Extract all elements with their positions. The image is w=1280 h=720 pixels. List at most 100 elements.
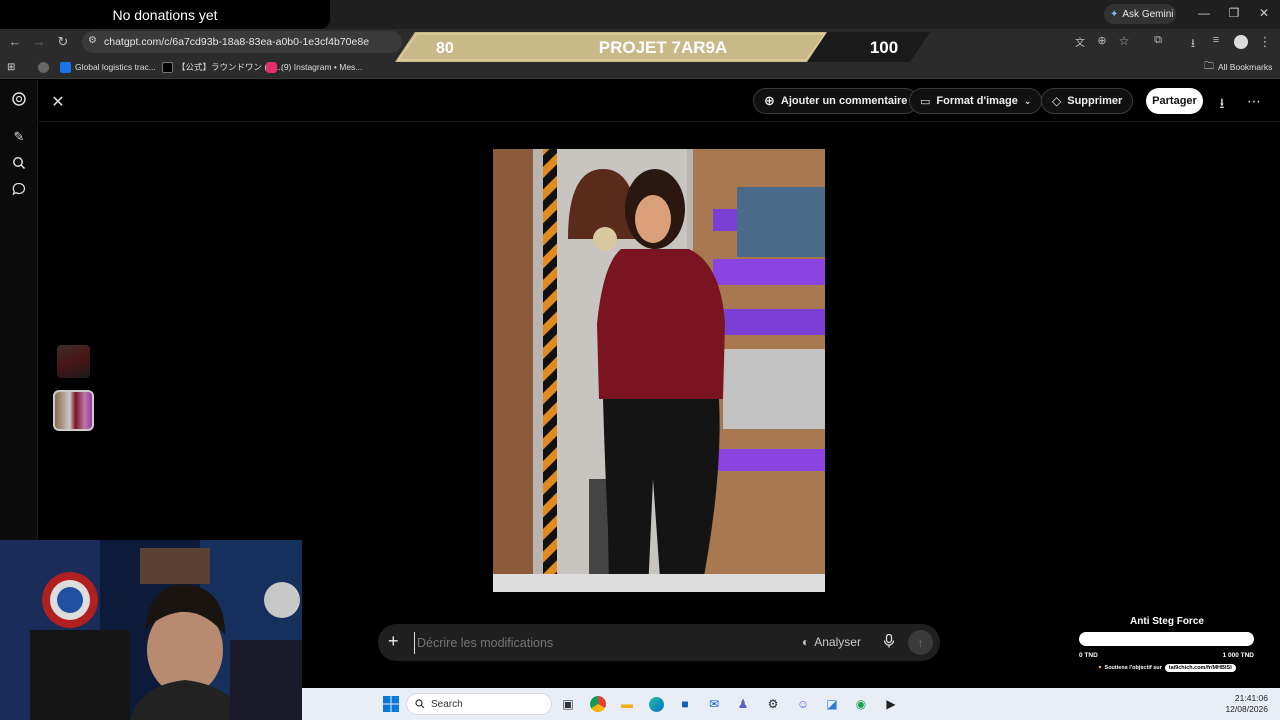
system-clock[interactable]: 21:41:06 12/08/2026 xyxy=(1200,693,1268,715)
analyze-label: Analyser xyxy=(814,635,861,649)
delete-button[interactable]: ◇ Supprimer xyxy=(1041,88,1134,114)
bookmark-label: Global logistics trac... xyxy=(75,62,156,72)
more-options-icon[interactable]: ⋯ xyxy=(1246,93,1262,110)
media-player-icon[interactable]: ▶ xyxy=(880,693,902,715)
browser-menu-icon[interactable]: ⋮ xyxy=(1257,34,1273,50)
image-thumbnail[interactable] xyxy=(57,345,90,378)
all-bookmarks-button[interactable]: 🗀 All Bookmarks xyxy=(1204,59,1272,75)
ask-gemini-button[interactable]: ✦ Ask Gemini xyxy=(1104,4,1176,24)
donation-text: No donations yet xyxy=(112,6,218,23)
image-format-dropdown[interactable]: ▭ Format d'image ⌄ xyxy=(909,88,1043,114)
share-label: Partager xyxy=(1152,95,1197,107)
reload-icon[interactable]: ↻ xyxy=(55,34,71,50)
chatgpt-logo-icon[interactable] xyxy=(11,91,27,107)
site-info-icon[interactable]: ⚙ xyxy=(88,35,97,46)
add-comment-label: Ajouter un commentaire xyxy=(780,95,908,107)
support-line: ♥ Soutiens l'objectif sur tai9chich.com/… xyxy=(1072,664,1262,672)
generated-image xyxy=(493,149,825,592)
goal-progress-bar xyxy=(1079,632,1254,646)
taskbar-search[interactable]: Search xyxy=(406,693,552,715)
edit-composer: + ◐ Analyser ↑ xyxy=(378,624,940,661)
banner-left-value: 80 xyxy=(436,40,454,57)
x-logo-icon xyxy=(162,61,173,73)
teams-icon[interactable]: ♟ xyxy=(732,693,754,715)
support-link[interactable]: tai9chich.com/fr/MHBISI xyxy=(1164,664,1236,672)
outlook-icon[interactable]: ✉ xyxy=(703,693,725,715)
minimize-icon[interactable]: — xyxy=(1196,6,1212,20)
clock-date: 12/08/2026 xyxy=(1225,704,1268,714)
image-format-icon: ▭ xyxy=(920,95,931,108)
taskbar-search-label: Search xyxy=(431,698,463,710)
bookmark-item[interactable]: 【公式】ラウンドワン (@... xyxy=(162,59,283,75)
donation-overlay: No donations yet xyxy=(0,0,330,29)
add-comment-button[interactable]: ⊕ Ajouter un commentaire xyxy=(753,88,919,114)
profile-avatar[interactable] xyxy=(1234,35,1248,49)
extensions-icon[interactable]: ⧉ xyxy=(1150,34,1166,47)
donation-goal-widget: Anti Steg Force 0 TND 1 000 TND ♥ Soutie… xyxy=(1072,602,1262,678)
android-icon[interactable]: ◉ xyxy=(850,693,872,715)
bookmark-item[interactable]: (9) Instagram • Mes... xyxy=(266,59,362,75)
translate-icon[interactable]: 文 xyxy=(1072,34,1088,49)
folder-icon: 🗀 xyxy=(1204,60,1214,72)
goal-max-label: 1 000 TND xyxy=(1222,652,1254,659)
analyze-button[interactable]: ◐ Analyser xyxy=(802,635,861,649)
store-icon[interactable]: ■ xyxy=(674,693,696,715)
bookmark-favicon xyxy=(60,61,71,73)
analyze-icon: ◐ xyxy=(802,635,810,649)
bookmark-globe-icon[interactable] xyxy=(38,59,49,75)
plus-icon[interactable]: + xyxy=(388,631,399,652)
delete-label: Supprimer xyxy=(1067,95,1123,107)
instagram-icon xyxy=(266,61,277,73)
steam-icon[interactable]: ⚙ xyxy=(762,693,784,715)
banner-title: PROJET 7AR9A xyxy=(599,38,727,57)
widget-title: Anti Steg Force xyxy=(1130,616,1204,627)
bookmark-label: (9) Instagram • Mes... xyxy=(281,62,363,72)
zoom-icon[interactable]: ⊕ xyxy=(1094,34,1110,47)
close-window-icon[interactable]: ✕ xyxy=(1256,6,1272,20)
download-image-icon[interactable]: ⭳ xyxy=(1214,93,1230,117)
search-icon xyxy=(415,699,425,709)
search-icon[interactable] xyxy=(11,156,27,172)
forward-icon[interactable]: → xyxy=(31,34,47,49)
back-icon[interactable]: ← xyxy=(7,34,23,49)
share-button[interactable]: Partager xyxy=(1146,88,1203,114)
close-editor-icon[interactable]: ✕ xyxy=(50,92,66,112)
image-thumbnail-selected[interactable] xyxy=(53,390,94,431)
chat-bubble-icon[interactable] xyxy=(11,182,27,198)
download-icon[interactable]: ⭳ xyxy=(1185,34,1201,55)
clock-time: 21:41:06 xyxy=(1234,693,1268,703)
discord-icon[interactable]: ☺ xyxy=(792,693,814,715)
webcam-feed xyxy=(0,540,302,720)
edit-description-input[interactable] xyxy=(414,632,774,654)
bookmark-star-icon[interactable]: ☆ xyxy=(1116,34,1132,48)
restore-icon[interactable]: ❐ xyxy=(1226,6,1242,20)
all-bookmarks-label: All Bookmarks xyxy=(1218,62,1273,72)
arrow-up-icon: ↑ xyxy=(917,635,924,650)
photos-icon[interactable]: ◪ xyxy=(821,693,843,715)
send-button[interactable]: ↑ xyxy=(908,630,933,655)
image-format-label: Format d'image xyxy=(936,95,1018,107)
address-bar[interactable]: ⚙ chatgpt.com/c/6a7cd93b-18a8-83ea-a0b0-… xyxy=(82,31,402,53)
goal-min-label: 0 TND xyxy=(1079,652,1098,659)
eraser-icon: ◇ xyxy=(1052,94,1062,108)
ask-gemini-label: Ask Gemini xyxy=(1122,8,1174,20)
gemini-icon: ✦ xyxy=(1110,8,1119,20)
microphone-icon[interactable] xyxy=(883,633,895,651)
goal-banner: 80 PROJET 7AR9A 100 xyxy=(395,32,930,62)
chrome-icon[interactable] xyxy=(587,693,609,715)
new-chat-icon[interactable]: ✎ xyxy=(11,129,27,145)
plus-circle-icon: ⊕ xyxy=(764,93,775,108)
windows-start-icon[interactable] xyxy=(380,693,402,715)
url-text: chatgpt.com/c/6a7cd93b-18a8-83ea-a0b0-1e… xyxy=(104,36,370,48)
apps-icon[interactable]: ⊞ xyxy=(7,59,15,75)
bookmark-item[interactable]: Global logistics trac... xyxy=(60,59,156,75)
divider xyxy=(38,121,1280,122)
edge-icon[interactable] xyxy=(645,693,667,715)
file-explorer-icon[interactable]: ▬ xyxy=(616,693,638,715)
support-text: Soutiens l'objectif sur xyxy=(1104,665,1162,671)
reading-list-icon[interactable]: ≡ xyxy=(1208,34,1224,46)
chevron-down-icon: ⌄ xyxy=(1023,95,1032,106)
heart-icon: ♥ xyxy=(1098,665,1102,671)
banner-right-value: 100 xyxy=(870,38,898,57)
task-view-icon[interactable]: ▣ xyxy=(557,693,579,715)
